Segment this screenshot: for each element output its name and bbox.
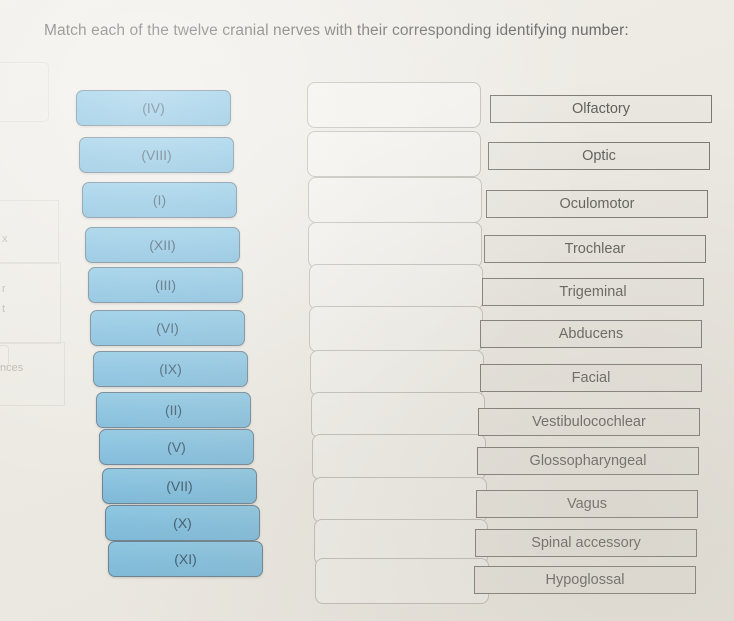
- nerve-name-label-2: Oculomotor: [559, 196, 635, 212]
- nerve-name-box-3[interactable]: Trochlear: [484, 235, 706, 263]
- nerve-name-label-3: Trochlear: [564, 241, 626, 257]
- nerve-name-label-6: Facial: [571, 370, 611, 386]
- nerve-name-box-10[interactable]: Spinal accessory: [475, 529, 697, 557]
- nerve-name-label-8: Glossopharyngeal: [529, 453, 647, 469]
- nerve-name-label-0: Olfactory: [571, 101, 630, 117]
- nerve-name-box-4[interactable]: Trigeminal: [482, 278, 704, 306]
- nerve-name-label-9: Vagus: [566, 496, 608, 512]
- nerve-name-box-8[interactable]: Glossopharyngeal: [477, 447, 699, 475]
- nerve-name-label-5: Abducens: [558, 326, 624, 342]
- nerve-name-label-4: Trigeminal: [559, 284, 627, 300]
- nerve-name-box-11[interactable]: Hypoglossal: [474, 566, 696, 594]
- nerve-name-column: Olfactory Optic Oculomotor Trochlear Tri…: [0, 0, 734, 621]
- nerve-name-label-1: Optic: [582, 148, 616, 164]
- nerve-name-box-0[interactable]: Olfactory: [490, 95, 712, 123]
- nerve-name-box-2[interactable]: Oculomotor: [486, 190, 708, 218]
- nerve-name-label-7: Vestibulocochlear: [532, 414, 646, 430]
- nerve-name-label-10: Spinal accessory: [531, 535, 641, 551]
- nerve-name-box-5[interactable]: Abducens: [480, 320, 702, 348]
- nerve-name-box-9[interactable]: Vagus: [476, 490, 698, 518]
- nerve-name-box-7[interactable]: Vestibulocochlear: [478, 408, 700, 436]
- nerve-name-label-11: Hypoglossal: [545, 572, 625, 588]
- nerve-name-box-1[interactable]: Optic: [488, 142, 710, 170]
- nerve-name-box-6[interactable]: Facial: [480, 364, 702, 392]
